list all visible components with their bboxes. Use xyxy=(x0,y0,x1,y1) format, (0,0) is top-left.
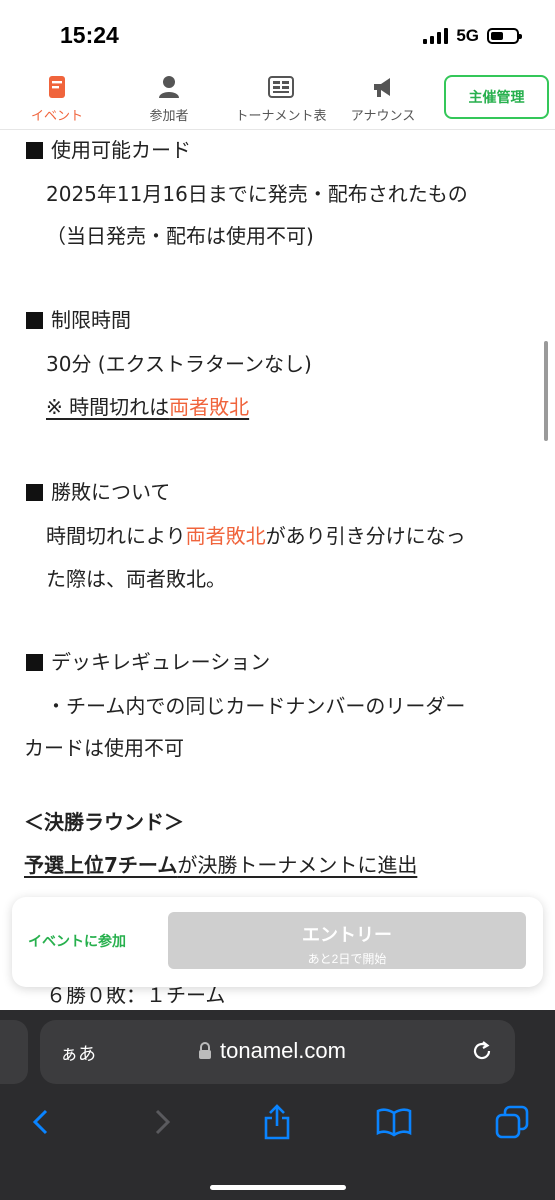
person-icon xyxy=(114,74,224,100)
tabs-icon[interactable] xyxy=(490,1100,534,1144)
tab-bracket-label: トーナメント表 xyxy=(235,109,327,124)
bold-text: 予選上位7チーム xyxy=(24,853,178,877)
square-bullet-icon xyxy=(26,484,43,501)
text-line: カードは使用不可 xyxy=(24,736,184,760)
entry-button-sublabel: あと2日で開始 xyxy=(307,952,387,966)
tab-event-label: イベント xyxy=(30,109,83,124)
status-indicators: 5G xyxy=(423,26,522,46)
status-time: 15:24 xyxy=(60,22,119,48)
section-heading: デッキレギュレーション xyxy=(51,650,271,674)
page-settings-button[interactable]: ぁあ xyxy=(60,1040,96,1066)
network-type: 5G xyxy=(456,26,479,45)
signal-icon xyxy=(423,28,449,44)
section-heading: 使用可能カード xyxy=(51,138,191,162)
text-line: 2025年11月16日までに発売・配布されたもの xyxy=(46,182,468,206)
entry-button[interactable]: エントリー あと2日で開始 xyxy=(168,912,526,969)
text-segment: が決勝トーナメントに進出 xyxy=(177,853,418,877)
finals-line: 予選上位7チームが決勝トーナメントに進出 xyxy=(24,851,417,879)
browser-toolbar xyxy=(0,1100,555,1144)
highlight-text: 両者敗北 xyxy=(185,524,266,548)
event-rules-content: 使用可能カード 2025年11月16日までに発売・配布されたもの （当日発売・配… xyxy=(0,131,555,1031)
tab-event[interactable]: イベント xyxy=(2,74,112,128)
section-deck-regulation: デッキレギュレーション xyxy=(26,648,270,676)
bookmarks-icon[interactable] xyxy=(372,1100,416,1144)
highlight-text: 両者敗北 xyxy=(169,395,250,419)
text-segment: 時間切れにより xyxy=(46,524,186,548)
section-heading: 制限時間 xyxy=(51,308,131,332)
previous-tab-peek[interactable] xyxy=(0,1020,28,1084)
entry-card: イベントに参加 エントリー あと2日で開始 xyxy=(12,897,543,987)
share-icon[interactable] xyxy=(255,1100,299,1144)
megaphone-icon xyxy=(328,74,438,100)
square-bullet-icon xyxy=(26,654,43,671)
section-heading: 勝敗について xyxy=(51,480,171,504)
nav-tabs: イベント 参加者 トーナメント表 アナウンス 主催管理 xyxy=(0,70,555,130)
text-line: 時間切れにより両者敗北があり引き分けになっ xyxy=(46,522,466,550)
tab-bracket[interactable]: トーナメント表 xyxy=(226,74,336,128)
square-bullet-icon xyxy=(26,142,43,159)
time-limit-note: ※ 時間切れは両者敗北 xyxy=(46,393,249,421)
back-icon[interactable] xyxy=(19,1100,63,1144)
url-display[interactable]: tonamel.com xyxy=(198,1038,346,1064)
text-line: た際は、両者敗北。 xyxy=(46,567,226,591)
text-segment: があり引き分けになっ xyxy=(265,524,466,548)
join-event-label: イベントに参加 xyxy=(28,934,126,950)
finals-heading: ＜決勝ラウンド＞ xyxy=(24,810,184,834)
host-manage-button[interactable]: 主催管理 xyxy=(444,75,549,119)
lock-icon xyxy=(199,1042,211,1059)
text-line: ・チーム内での同じカードナンバーのリーダー xyxy=(46,694,466,718)
scrollbar[interactable] xyxy=(544,341,548,441)
tab-participants[interactable]: 参加者 xyxy=(114,74,224,128)
text-line: （当日発売・配布は使用不可) xyxy=(46,224,314,248)
url-text: tonamel.com xyxy=(220,1038,346,1063)
status-bar: 15:24 5G xyxy=(0,0,555,70)
browser-bottom-bar: ぁあ tonamel.com xyxy=(0,1010,555,1200)
battery-icon xyxy=(487,28,522,44)
tab-participants-label: 参加者 xyxy=(149,109,189,124)
bracket-icon xyxy=(226,74,336,100)
section-time-limit: 制限時間 xyxy=(26,306,131,334)
section-usable-cards: 使用可能カード xyxy=(26,136,191,164)
tab-announce[interactable]: アナウンス xyxy=(328,74,438,128)
tab-announce-label: アナウンス xyxy=(350,109,416,124)
section-win-loss: 勝敗について xyxy=(26,478,170,506)
document-icon xyxy=(2,74,112,100)
battery-level xyxy=(491,32,503,40)
address-bar[interactable]: ぁあ tonamel.com xyxy=(40,1020,515,1084)
forward-icon[interactable] xyxy=(140,1100,184,1144)
note-prefix: ※ 時間切れは xyxy=(46,395,170,419)
entry-button-label: エントリー xyxy=(302,925,392,945)
home-indicator xyxy=(209,1185,346,1190)
square-bullet-icon xyxy=(26,312,43,329)
text-line: 30分 (エクストラターンなし) xyxy=(46,352,312,376)
reload-icon[interactable] xyxy=(469,1038,495,1068)
